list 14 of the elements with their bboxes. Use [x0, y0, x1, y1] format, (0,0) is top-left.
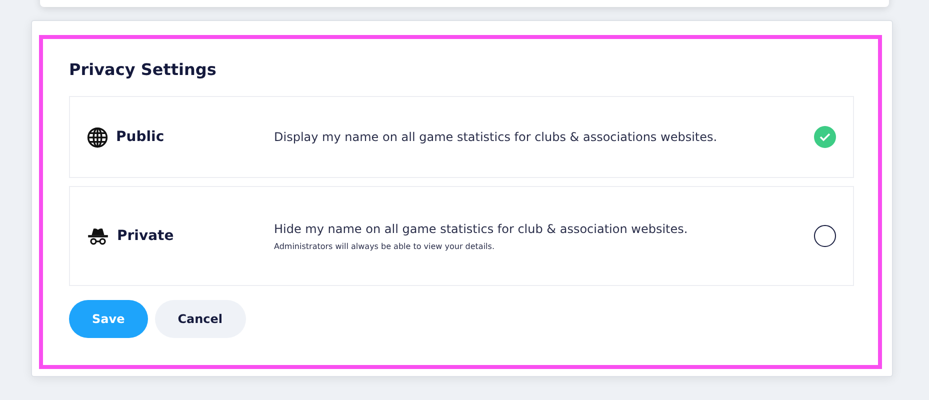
option-note: Administrators will always be able to view your details. — [274, 242, 496, 250]
privacy-option[interactable]: Public Display my name on all game statistics for clubs & associations websites. — [69, 96, 854, 178]
checkmark-icon — [819, 132, 831, 142]
checked-radio[interactable] — [814, 126, 836, 148]
option-description: Hide my name on all game statistics for club & association websites. — [274, 222, 689, 236]
privacy-option[interactable]: Private Hide my name on all game statistics for club & association websites. Administrators will always be able to view your details. — [69, 186, 854, 286]
cancel-button[interactable]: Cancel — [154, 300, 246, 338]
radio-button[interactable] — [814, 225, 836, 247]
section-title: Privacy Settings — [69, 60, 218, 79]
incognito-icon — [87, 227, 109, 245]
option-label: Private — [117, 228, 174, 244]
option-label: Public — [116, 129, 164, 145]
option-description: Display my name on all game statistics for clubs & associations websites. — [274, 130, 718, 144]
globe-icon — [87, 126, 108, 148]
